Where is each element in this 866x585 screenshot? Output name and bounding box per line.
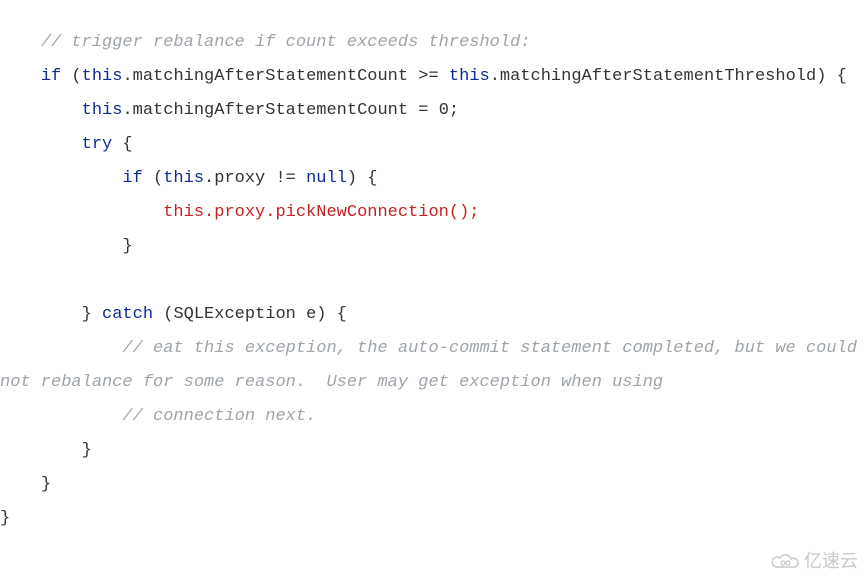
paren: ( bbox=[61, 67, 81, 86]
watermark: 亿速云 bbox=[770, 543, 858, 579]
code-line: // trigger rebalance if count exceeds th… bbox=[0, 33, 531, 52]
code-line: if (this.proxy != null) { bbox=[0, 169, 378, 188]
member: matchingAfterStatementThreshold bbox=[500, 67, 816, 86]
keyword-try: try bbox=[82, 135, 113, 154]
dot: . bbox=[122, 67, 132, 86]
dot: . bbox=[490, 67, 500, 86]
brace: } bbox=[0, 509, 10, 528]
brace: } bbox=[82, 441, 92, 460]
comment: // eat this exception, the auto-commit s… bbox=[0, 339, 866, 392]
code-line bbox=[0, 271, 10, 290]
watermark-text: 亿速云 bbox=[804, 543, 858, 579]
keyword-if: if bbox=[122, 169, 142, 188]
brace: { bbox=[326, 305, 346, 324]
method-call: this.proxy.pickNewConnection(); bbox=[163, 203, 479, 222]
code-line: } bbox=[0, 509, 10, 528]
brace: } bbox=[122, 237, 132, 256]
operator: >= bbox=[408, 67, 449, 86]
exception-type: SQLException bbox=[173, 305, 295, 324]
code-line: } bbox=[0, 237, 133, 256]
paren: ) bbox=[347, 169, 357, 188]
paren: ( bbox=[153, 305, 173, 324]
keyword-this: this bbox=[82, 101, 123, 120]
paren: ) bbox=[816, 67, 826, 86]
keyword-if: if bbox=[41, 67, 61, 86]
dot: . bbox=[204, 169, 214, 188]
cloud-icon bbox=[770, 551, 800, 571]
code-line: // connection next. bbox=[0, 407, 316, 426]
comment: // trigger rebalance if count exceeds th… bbox=[41, 33, 531, 52]
keyword-this: this bbox=[449, 67, 490, 86]
operator: != bbox=[265, 169, 306, 188]
code-line: try { bbox=[0, 135, 133, 154]
code-line: } bbox=[0, 475, 51, 494]
code-block: // trigger rebalance if count exceeds th… bbox=[0, 26, 866, 536]
assign: = 0 bbox=[408, 101, 449, 120]
code-line: // eat this exception, the auto-commit s… bbox=[0, 339, 866, 392]
code-line: this.proxy.pickNewConnection(); bbox=[0, 203, 480, 222]
keyword-this: this bbox=[163, 169, 204, 188]
exception-var: e bbox=[296, 305, 316, 324]
code-line: } catch (SQLException e) { bbox=[0, 305, 347, 324]
comment: // connection next. bbox=[122, 407, 316, 426]
brace: { bbox=[357, 169, 377, 188]
dot: . bbox=[122, 101, 132, 120]
brace: { bbox=[826, 67, 846, 86]
paren: ( bbox=[143, 169, 163, 188]
brace: } bbox=[82, 305, 92, 324]
semicolon: ; bbox=[449, 101, 459, 120]
keyword-null: null bbox=[306, 169, 347, 188]
member: matchingAfterStatementCount bbox=[133, 101, 408, 120]
paren: ) bbox=[316, 305, 326, 324]
keyword-catch: catch bbox=[102, 305, 153, 324]
member: matchingAfterStatementCount bbox=[133, 67, 408, 86]
brace: } bbox=[41, 475, 51, 494]
code-line: this.matchingAfterStatementCount = 0; bbox=[0, 101, 459, 120]
brace: { bbox=[112, 135, 132, 154]
code-line: } bbox=[0, 441, 92, 460]
member: proxy bbox=[214, 169, 265, 188]
keyword-this: this bbox=[82, 67, 123, 86]
code-line: if (this.matchingAfterStatementCount >= … bbox=[0, 67, 847, 86]
